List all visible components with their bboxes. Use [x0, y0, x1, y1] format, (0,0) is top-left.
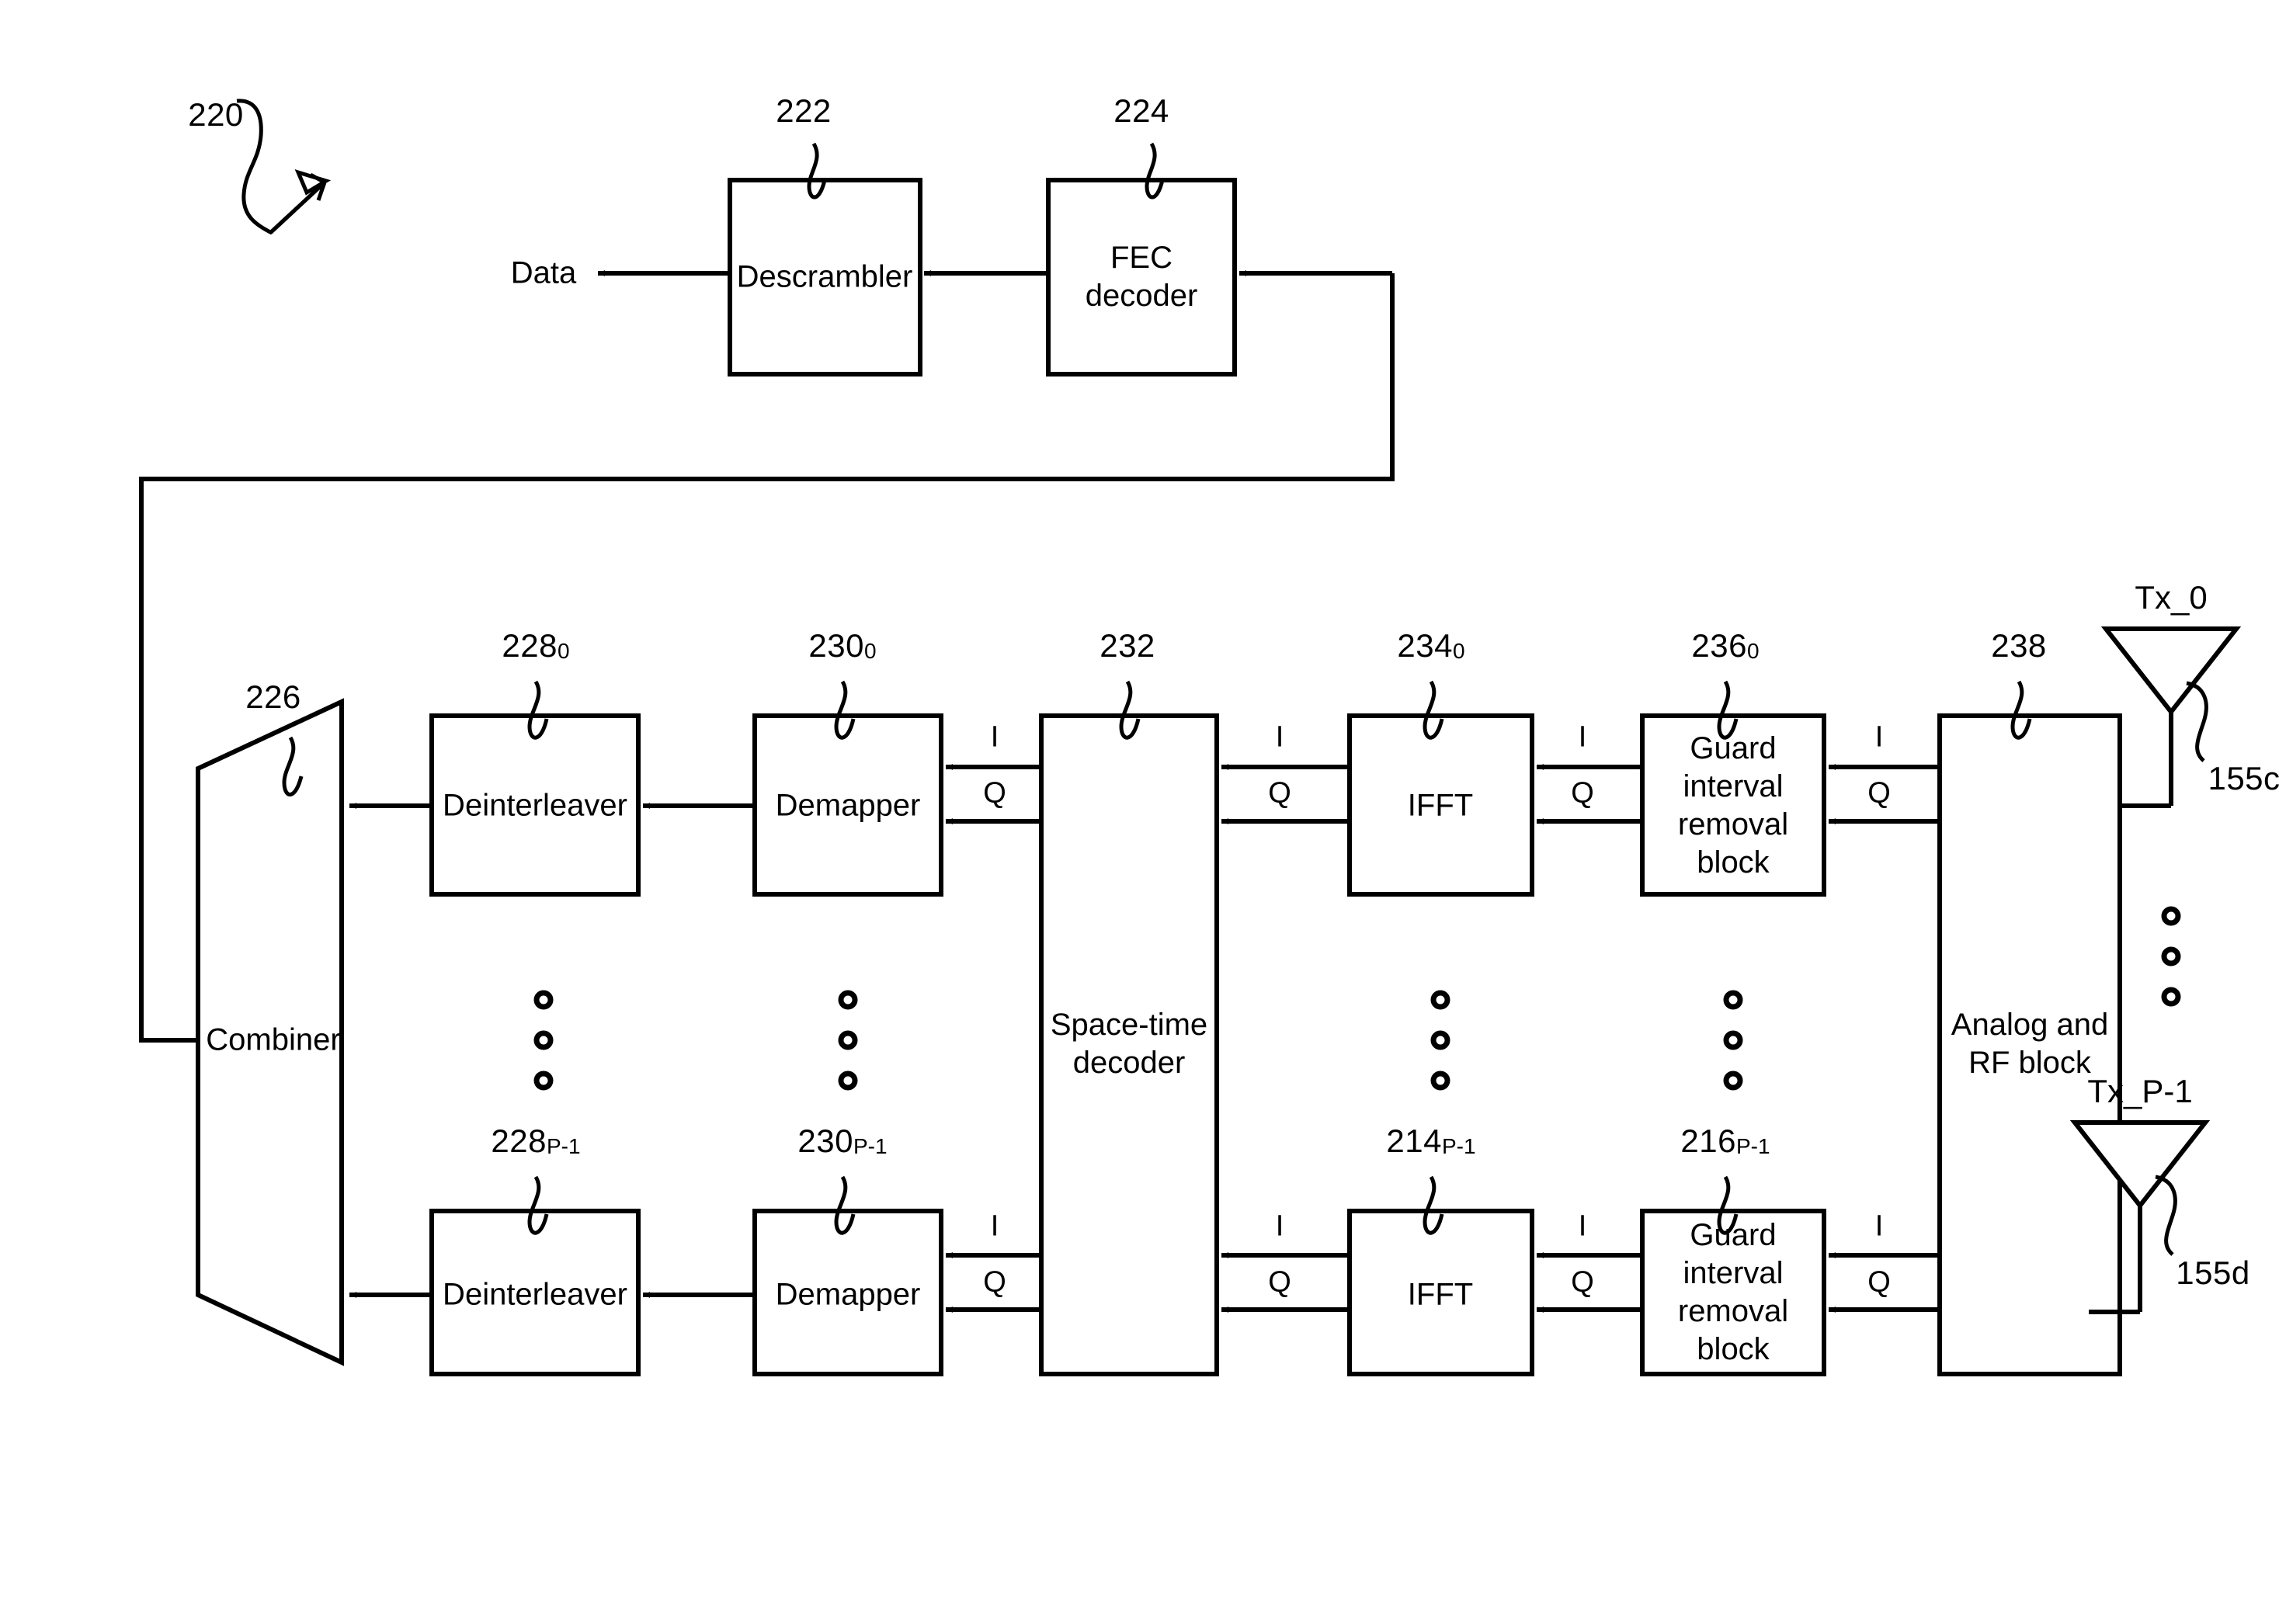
ifft-label-p-1: IFFT	[1407, 1277, 1474, 1312]
ellipsis-deinterleaver	[533, 990, 554, 1091]
space-time-decoder-label: Space-time decoder	[1050, 1008, 1208, 1080]
signal-label-q-rf-guard-0: Q	[1867, 776, 1891, 810]
ref-222: 222	[776, 92, 832, 129]
ref-228-0: 2280	[502, 627, 570, 664]
data-output-label: Data	[510, 255, 577, 290]
demapper-label-p-1: Demapper	[775, 1277, 921, 1312]
ref-228-p-1: 228P-1	[491, 1123, 581, 1159]
ref-230-0: 2300	[808, 627, 877, 664]
signal-label-q-ifft-std-p-1: Q	[1268, 1265, 1291, 1299]
ref-226: 226	[245, 678, 301, 715]
antenna-label-tx-p-1: Tx_P-1	[2087, 1073, 2193, 1109]
ellipsis-antenna	[2161, 906, 2181, 1007]
ifft-label-0: IFFT	[1407, 788, 1474, 823]
ref-230-p-1: 230P-1	[797, 1123, 888, 1159]
signal-label-i-ifft-std-0: I	[1275, 720, 1284, 754]
signal-label-i-ifft-std-p-1: I	[1275, 1209, 1284, 1243]
ellipsis-guard	[1723, 990, 1743, 1091]
deinterleaver-label-p-1: Deinterleaver	[443, 1277, 627, 1312]
descrambler-label: Descrambler	[736, 259, 913, 294]
ref-leader-155d	[2155, 1175, 2177, 1256]
signal-label-i-guard-ifft-p-1: I	[1578, 1209, 1587, 1243]
demapper-label-0: Demapper	[775, 788, 921, 823]
signal-label-q-guard-ifft-0: Q	[1571, 776, 1594, 810]
combiner-label: Combiner	[206, 1022, 341, 1057]
guard-interval-label-0: Guard interval removal block	[1677, 731, 1789, 880]
ref-232: 232	[1100, 627, 1155, 664]
signal-label-q-guard-ifft-p-1: Q	[1571, 1265, 1594, 1299]
ref-234-0: 2340	[1397, 627, 1465, 664]
signal-label-q-std-demapper-p-1: Q	[983, 1265, 1006, 1299]
figure-ref-220: 220	[188, 96, 244, 133]
ref-155d: 155d	[2176, 1254, 2250, 1291]
ellipsis-ifft	[1430, 990, 1450, 1091]
ref-238: 238	[1991, 627, 2047, 664]
patent-figure-canvas: 220 Data Descrambler 222 FEC decoder 224 …	[0, 0, 2279, 1624]
ref-155c: 155c	[2208, 760, 2279, 796]
fec-decoder-label: FEC decoder	[1085, 241, 1198, 313]
ellipsis-demapper	[838, 990, 858, 1091]
ref-216-p-1: 216P-1	[1680, 1123, 1770, 1159]
figure-ref-leader	[236, 99, 332, 235]
ref-214-p-1: 214P-1	[1386, 1123, 1476, 1159]
antenna-label-tx-0: Tx_0	[2135, 579, 2208, 616]
signal-label-q-std-demapper-0: Q	[983, 776, 1006, 810]
signal-label-q-rf-guard-p-1: Q	[1867, 1265, 1891, 1299]
signal-label-i-std-demapper-p-1: I	[990, 1209, 999, 1243]
signal-label-i-std-demapper-0: I	[990, 720, 999, 754]
ref-236-0: 2360	[1691, 627, 1760, 664]
signal-label-i-guard-ifft-0: I	[1578, 720, 1587, 754]
ref-224: 224	[1113, 92, 1169, 129]
signal-label-i-rf-guard-0: I	[1874, 720, 1884, 754]
analog-rf-label: Analog and RF block	[1951, 1008, 2109, 1080]
signal-label-q-ifft-std-0: Q	[1268, 776, 1291, 810]
ref-leader-155c	[2186, 681, 2208, 762]
deinterleaver-label-0: Deinterleaver	[443, 788, 627, 823]
guard-interval-label-p-1: Guard interval removal block	[1677, 1218, 1789, 1366]
signal-label-i-rf-guard-p-1: I	[1874, 1209, 1884, 1243]
